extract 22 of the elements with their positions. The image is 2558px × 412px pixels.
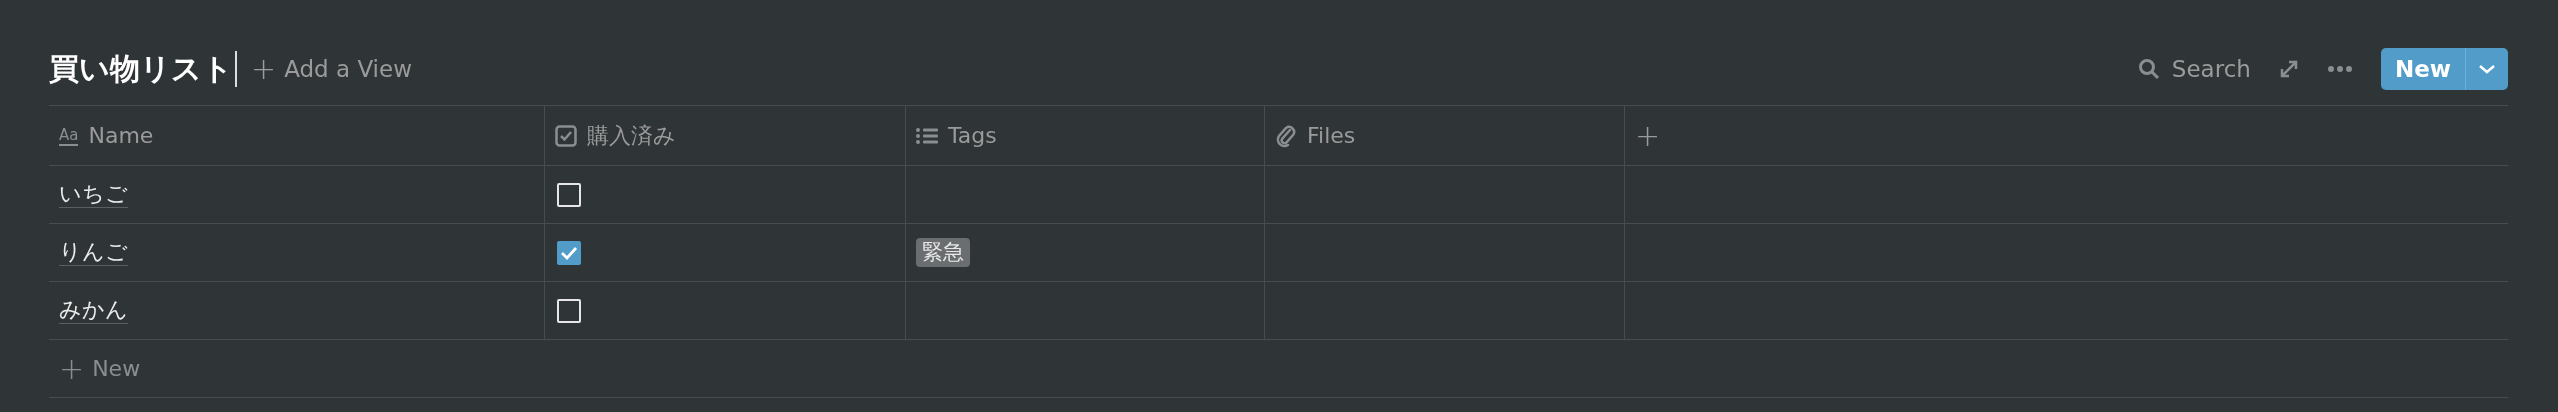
page-title: 買い物リスト [49, 51, 237, 87]
add-view-button[interactable]: + Add a View [245, 51, 418, 87]
checkbox-icon [555, 124, 577, 147]
tag: 緊急 [916, 237, 970, 268]
search-button[interactable]: Search [2137, 51, 2251, 87]
column-header: Files [1307, 122, 1356, 150]
checkbox[interactable] [557, 240, 581, 265]
row-name[interactable]: いちご [59, 180, 128, 209]
column-header: 購入済み [587, 122, 676, 150]
row-name[interactable]: みかん [59, 296, 128, 325]
row-name[interactable]: りんご [59, 238, 128, 267]
search-icon [2137, 58, 2160, 80]
check-icon [560, 245, 578, 260]
chevron-down-icon [2478, 64, 2496, 74]
expand-icon[interactable] [2278, 59, 2299, 79]
add-column-button[interactable]: + [1635, 120, 1661, 151]
list-icon [916, 126, 938, 145]
column-header: Tags [948, 122, 997, 150]
new-row-button[interactable]: + New [59, 352, 141, 385]
more-icon[interactable] [2326, 65, 2353, 73]
column-header: Name [88, 122, 154, 150]
paperclip-icon [1275, 123, 1297, 148]
